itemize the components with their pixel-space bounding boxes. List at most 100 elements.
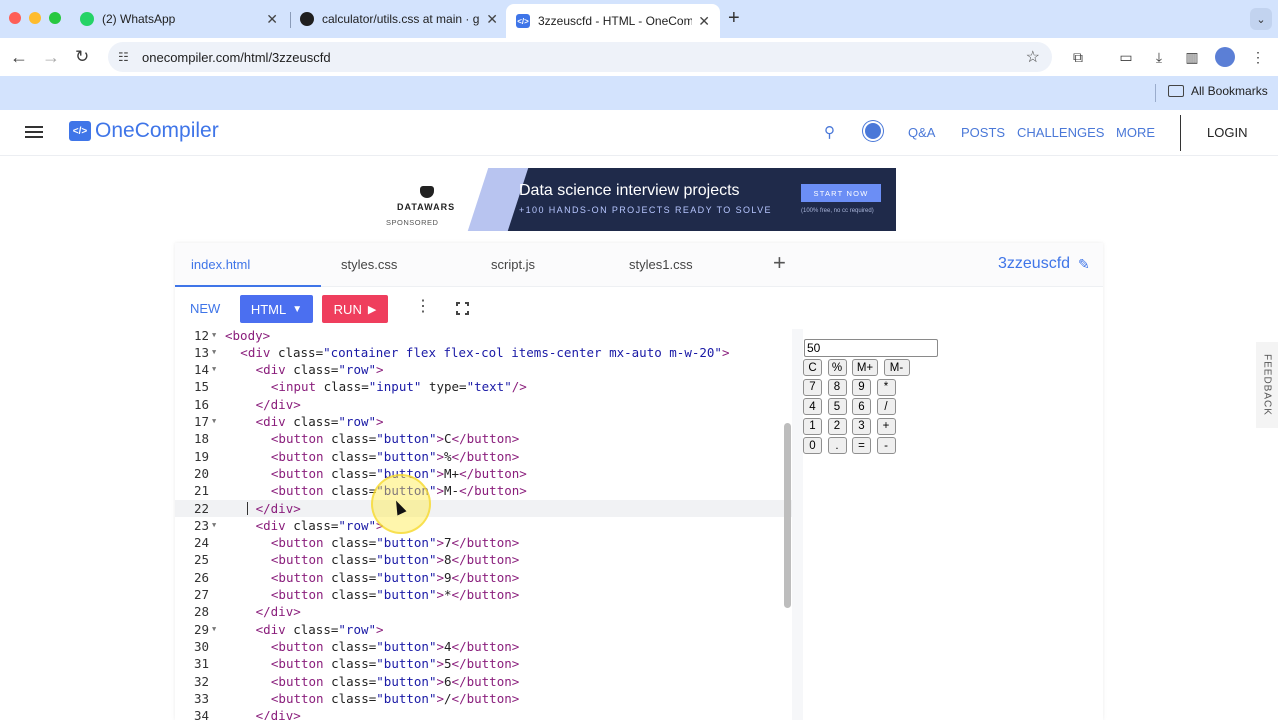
code-line[interactable]: 16 </div> — [175, 396, 792, 413]
calculator-button[interactable]: - — [876, 437, 896, 455]
editor-preview-divider[interactable] — [792, 329, 803, 720]
close-window-icon[interactable] — [9, 12, 21, 24]
file-tab-index-html[interactable]: index.html — [191, 257, 250, 272]
extensions-icon[interactable]: ⧉ — [1069, 48, 1087, 66]
code-line[interactable]: 23 ▼ <div class="row"> — [175, 517, 792, 534]
browser-tab-whatsapp[interactable]: (2) WhatsApp ✕ — [70, 4, 288, 34]
onecompiler-logo-icon[interactable]: </> — [69, 121, 91, 141]
calculator-button[interactable]: 4 — [803, 398, 822, 416]
code-line[interactable]: 19 <button class="button">%</button> — [175, 448, 792, 465]
project-name[interactable]: 3zzeuscfd — [998, 255, 1070, 273]
calculator-button[interactable]: % — [827, 359, 847, 376]
nav-posts[interactable]: POSTS — [961, 125, 1005, 140]
calculator-button[interactable]: 6 — [852, 398, 871, 416]
calculator-button[interactable]: 2 — [827, 417, 847, 435]
tab-search-icon[interactable]: ⌄ — [1250, 8, 1272, 30]
code-line[interactable]: 20 <button class="button">M+</button> — [175, 465, 792, 482]
side-panel-icon[interactable]: ▥ — [1183, 48, 1201, 66]
code-line[interactable]: 18 <button class="button">C</button> — [175, 430, 792, 447]
profile-avatar[interactable] — [1215, 47, 1235, 67]
run-button[interactable]: RUN ▶ — [322, 295, 388, 323]
code-line[interactable]: 26 <button class="button">9</button> — [175, 569, 792, 586]
close-tab-icon[interactable]: ✕ — [266, 11, 278, 28]
code-line[interactable]: 15 <input class="input" type="text"/> — [175, 378, 792, 395]
new-tab-icon[interactable]: + — [728, 8, 740, 28]
browser-tab-onecompiler[interactable]: </> 3zzeuscfd - HTML - OneCom ✕ — [506, 4, 720, 38]
calculator-button[interactable]: = — [852, 437, 871, 455]
cast-icon[interactable]: ▭ — [1117, 48, 1135, 66]
more-options-icon[interactable]: ⋮ — [415, 299, 431, 315]
browser-tab-github[interactable]: calculator/utils.css at main · g ✕ — [290, 4, 508, 34]
code-line[interactable]: 27 <button class="button">*</button> — [175, 586, 792, 603]
file-tab-styles1-css[interactable]: styles1.css — [629, 257, 693, 272]
code-editor[interactable]: 12 ▼ <body> 13 ▼ <div class="container flex f… — [175, 329, 792, 720]
site-logo-text[interactable]: OneCompiler — [95, 119, 219, 143]
all-bookmarks-link[interactable]: All Bookmarks — [1191, 84, 1268, 98]
calculator-button[interactable]: * — [876, 378, 896, 396]
nav-more[interactable]: MORE — [1116, 125, 1155, 140]
site-info-icon[interactable]: ☷ — [118, 50, 134, 64]
code-line[interactable]: 28 </div> — [175, 603, 792, 620]
fold-arrow-icon[interactable]: ▼ — [212, 361, 216, 378]
fullscreen-icon[interactable] — [455, 301, 470, 316]
code-line[interactable]: 22 </div> — [175, 499, 792, 517]
close-tab-icon[interactable]: ✕ — [486, 11, 498, 28]
search-icon[interactable]: ⚲ — [824, 123, 835, 141]
folder-icon[interactable] — [1168, 85, 1184, 97]
browser-menu-icon[interactable]: ⋮ — [1249, 48, 1267, 66]
language-select-button[interactable]: HTML ▼ — [240, 295, 313, 323]
nav-challenges[interactable]: CHALLENGES — [1017, 125, 1104, 140]
url-text[interactable]: onecompiler.com/html/3zzeuscfd — [142, 50, 331, 65]
code-line[interactable]: 24 <button class="button">7</button> — [175, 534, 792, 551]
nav-qa[interactable]: Q&A — [908, 125, 935, 140]
fold-arrow-icon[interactable]: ▼ — [212, 329, 216, 344]
minimize-window-icon[interactable] — [29, 12, 41, 24]
code-line[interactable]: 14 ▼ <div class="row"> — [175, 361, 792, 378]
editor-scrollbar-thumb[interactable] — [784, 423, 791, 608]
back-icon[interactable]: ← — [10, 46, 28, 68]
ad-start-now-button[interactable]: START NOW — [801, 184, 881, 202]
maximize-window-icon[interactable] — [49, 12, 61, 24]
fold-arrow-icon[interactable]: ▼ — [212, 621, 216, 638]
calculator-button[interactable]: . — [827, 437, 847, 455]
theme-toggle-icon[interactable] — [865, 123, 881, 139]
code-line[interactable]: 30 <button class="button">4</button> — [175, 638, 792, 655]
login-link[interactable]: LOGIN — [1207, 125, 1247, 140]
calculator-button[interactable]: 0 — [803, 437, 822, 455]
code-line[interactable]: 31 <button class="button">5</button> — [175, 655, 792, 672]
calculator-input[interactable]: 50 — [804, 339, 938, 357]
calculator-button[interactable]: + — [876, 417, 896, 435]
code-line[interactable]: 29 ▼ <div class="row"> — [175, 621, 792, 638]
code-line[interactable]: 17 ▼ <div class="row"> — [175, 413, 792, 430]
feedback-tab[interactable]: FEEDBACK — [1256, 342, 1278, 428]
code-line[interactable]: 32 <button class="button">6</button> — [175, 673, 792, 690]
reload-icon[interactable]: ↻ — [75, 46, 89, 68]
download-icon[interactable]: ⤓ — [1150, 48, 1168, 66]
calculator-button[interactable]: 1 — [803, 417, 822, 435]
calculator-button[interactable]: 5 — [827, 398, 847, 416]
calculator-button[interactable]: 9 — [852, 378, 871, 396]
edit-pencil-icon[interactable]: ✎ — [1078, 256, 1090, 273]
file-tab-script-js[interactable]: script.js — [491, 257, 535, 272]
code-line[interactable]: 25 <button class="button">8</button> — [175, 551, 792, 568]
forward-icon[interactable]: → — [42, 46, 60, 68]
code-line[interactable]: 13 ▼ <div class="container flex flex-col i… — [175, 344, 792, 361]
code-line[interactable]: 33 <button class="button">/</button> — [175, 690, 792, 707]
code-line[interactable]: 21 <button class="button">M-</button> — [175, 482, 792, 499]
fold-arrow-icon[interactable]: ▼ — [212, 517, 216, 534]
fold-arrow-icon[interactable]: ▼ — [212, 413, 216, 430]
calculator-button[interactable]: 3 — [852, 417, 871, 435]
address-bar[interactable]: ☷ onecompiler.com/html/3zzeuscfd ☆ — [108, 42, 1052, 72]
bookmark-star-icon[interactable]: ☆ — [1026, 47, 1040, 67]
calculator-button[interactable]: M+ — [852, 359, 878, 376]
calculator-button[interactable]: C — [803, 359, 822, 376]
calculator-button[interactable]: 8 — [827, 378, 847, 396]
add-file-icon[interactable]: + — [773, 252, 786, 274]
ad-banner[interactable]: DATAWARS SPONSORED Data science intervie… — [378, 168, 896, 231]
close-tab-icon[interactable]: ✕ — [698, 13, 710, 30]
menu-icon[interactable] — [25, 126, 43, 138]
code-line[interactable]: 34 </div> — [175, 707, 792, 720]
fold-arrow-icon[interactable]: ▼ — [212, 344, 216, 361]
calculator-button[interactable]: / — [876, 398, 896, 416]
file-tab-styles-css[interactable]: styles.css — [341, 257, 397, 272]
